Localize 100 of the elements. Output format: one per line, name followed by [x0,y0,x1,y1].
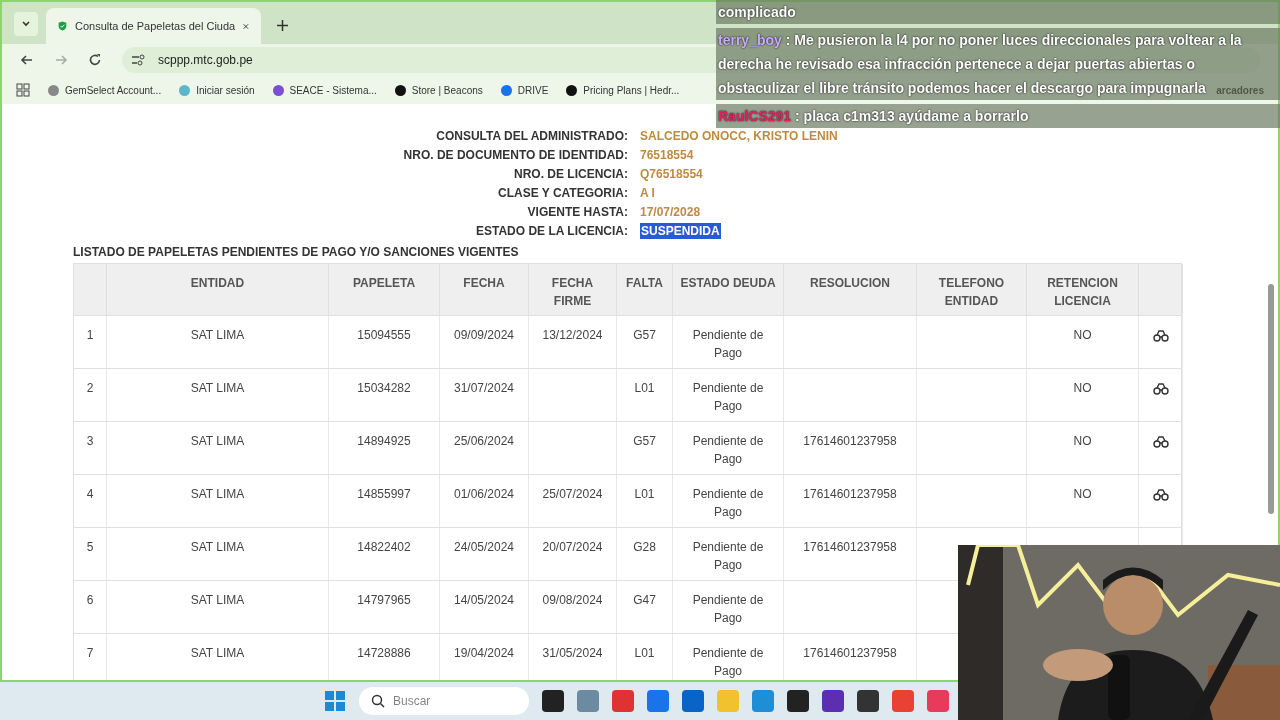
binoculars-icon[interactable] [1152,382,1169,395]
bookmark-item[interactable]: GemSelect Account... [48,82,162,98]
apps-grid-icon[interactable] [16,83,30,97]
table-cell-text: Pendiente de Pago [691,592,765,627]
tab-list-button[interactable] [14,12,38,36]
field-value: A I [640,185,655,201]
taskbar-app-icon[interactable] [682,690,704,712]
search-icon [371,694,385,708]
site-settings-icon[interactable] [130,53,146,67]
binoculars-icon[interactable] [1152,329,1169,342]
table-cell: 15034282 [357,381,411,395]
table-cell: 5 [86,540,94,554]
field-value: SUSPENDIDA [640,223,721,239]
table-cell-text: Pendiente de Pago [691,327,765,362]
table-cell: NO [1073,487,1092,501]
url-text: scppp.mtc.gob.pe [158,52,253,69]
table-cell: 3 [86,434,94,448]
field-label: ESTADO DE LA LICENCIA: [475,223,628,239]
taskbar-app-icon[interactable] [857,690,879,712]
table-cell: 25/07/2024 [542,487,603,501]
table-cell-text: Pendiente de Pago [691,380,765,415]
field-label: CLASE Y CATEGORIA: [497,185,628,201]
table-cell: 1 [86,328,94,342]
taskbar-app-icon[interactable] [542,690,564,712]
bookmark-favicon-icon [272,84,284,96]
taskbar-app-icon[interactable] [787,690,809,712]
table-cell: 15094555 [357,328,411,342]
bookmark-favicon-icon [566,84,578,96]
table-cell: 4 [86,487,94,501]
bookmark-favicon-icon [500,84,512,96]
field-value: 17/07/2028 [640,204,701,220]
reload-icon[interactable] [88,53,102,67]
table-cell: G57 [633,328,656,342]
windows-start-icon[interactable] [324,690,346,712]
table-cell: 2 [86,381,94,395]
table-cell: 31/05/2024 [542,646,603,660]
table-cell: SAT LIMA [190,434,245,448]
taskbar-search-field[interactable]: Buscar [393,692,483,710]
binoculars-icon[interactable] [1152,488,1169,501]
column-header: FECHA FIRME [551,276,594,308]
table-cell: 17614601237958 [803,434,897,448]
table-cell: 13/12/2024 [542,328,603,342]
field-label: CONSULTA DEL ADMINISTRADO: [435,128,628,144]
bookmark-item[interactable]: SEACE - Sistema... [272,82,377,98]
close-tab-icon[interactable] [243,21,249,31]
bookmark-item[interactable]: Store | Beacons [394,82,483,98]
field-label: NRO. DE LICENCIA: [513,166,628,182]
table-cell: 14/05/2024 [453,593,515,607]
chat-message: complicado [716,0,1280,24]
field-value: SALCEDO ONOCC, KRISTO LENIN [640,128,838,144]
table-cell: 31/07/2024 [453,381,515,395]
back-icon[interactable] [20,53,34,67]
browser-tab[interactable]: Consulta de Papeletas del Ciuda [46,8,261,44]
table-cell: SAT LIMA [190,381,245,395]
scrollbar[interactable] [1268,284,1274,514]
table-cell: 20/07/2024 [542,540,603,554]
table-cell-text: Pendiente de Pago [691,433,765,468]
column-header: RESOLUCION [810,276,890,290]
new-tab-icon[interactable] [277,20,288,31]
table-cell: SAT LIMA [190,487,245,501]
column-header: FECHA [463,276,505,290]
chat-message: RaulCS291 : placa c1m313 ayúdame a borrarlo [716,104,1280,128]
chevron-down-icon [21,19,31,29]
column-header: ENTIDAD [190,276,245,290]
table-cell: 24/05/2024 [453,540,515,554]
tab-title: Consulta de Papeletas del Ciuda [75,18,236,34]
table-cell: 17614601237958 [803,540,897,554]
table-cell: SAT LIMA [190,593,245,607]
table-cell: NO [1073,434,1092,448]
table-cell: L01 [634,487,655,501]
taskbar-search-field[interactable]: Buscar [359,687,529,715]
table-cell: L01 [634,646,655,660]
table-cell: NO [1073,381,1092,395]
table-cell: 17614601237958 [803,646,897,660]
column-header: TELEFONO ENTIDAD [938,276,1005,308]
table-cell: 6 [86,593,94,607]
table-cell: 17614601237958 [803,487,897,501]
bookmark-item[interactable]: Pricing Plans | Hedr... [566,82,680,98]
table-cell-text: Pendiente de Pago [691,486,765,521]
table-cell: 14797965 [357,593,411,607]
table-cell: 7 [86,646,94,660]
table-cell: 14728886 [357,646,411,660]
taskbar-app-icon[interactable] [822,690,844,712]
table-cell: 09/08/2024 [542,593,603,607]
table-cell: SAT LIMA [190,540,245,554]
table-cell: G57 [633,434,656,448]
column-header: FALTA [626,276,663,290]
table-cell: 14894925 [357,434,411,448]
table-cell: NO [1073,328,1092,342]
binoculars-icon[interactable] [1152,435,1169,448]
table-cell: G47 [633,593,656,607]
table-cell: 25/06/2024 [453,434,515,448]
bookmark-item[interactable]: DRIVE [500,82,549,98]
table-cell: 14822402 [357,540,411,554]
column-header: ESTADO DEUDA [680,276,776,290]
table-cell-text: Pendiente de Pago [691,645,765,680]
field-label: NRO. DE DOCUMENTO DE IDENTIDAD: [402,147,628,163]
table-cell: L01 [634,381,655,395]
table-cell: 01/06/2024 [453,487,515,501]
bookmark-item[interactable]: Iniciar sesión [179,82,255,98]
